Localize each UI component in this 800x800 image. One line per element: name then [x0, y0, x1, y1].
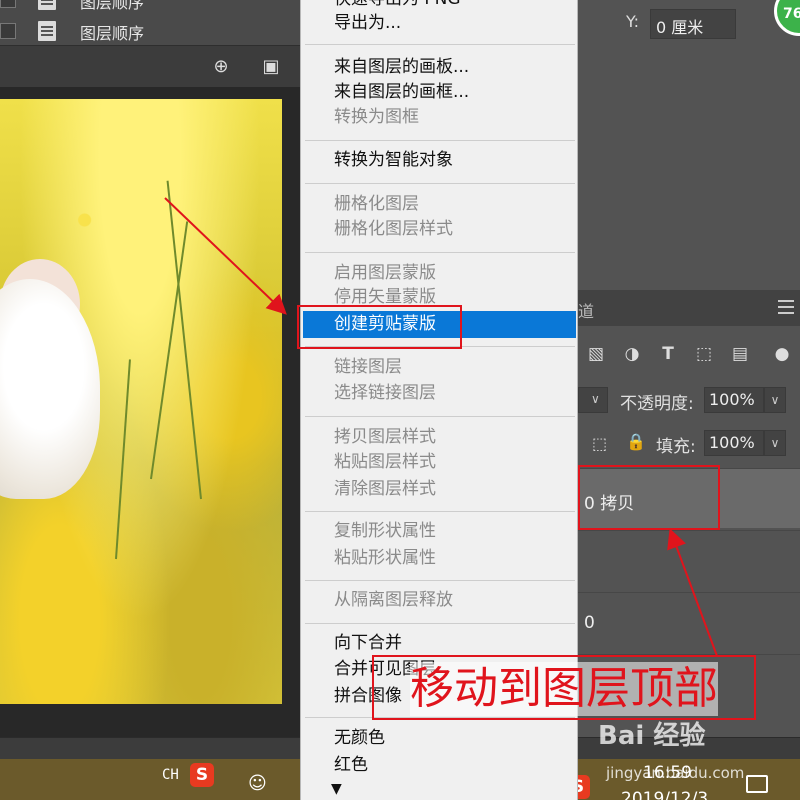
menu-separator	[305, 252, 575, 253]
panel-menu-icon[interactable]	[778, 300, 794, 314]
menu-item-export-as[interactable]: 导出为...	[334, 12, 401, 34]
camera-icon[interactable]: ▣	[260, 56, 282, 78]
baidu-watermark: Bai 经验	[598, 721, 706, 751]
baidu-watermark-url: jingyan.baidu.com	[606, 764, 745, 782]
menu-item-red[interactable]: 红色	[334, 754, 368, 776]
photo-stem	[150, 221, 189, 480]
status-badge: 76	[774, 0, 800, 36]
sogou-icon[interactable]: S	[190, 763, 214, 787]
lock-all-icon[interactable]: 🔒	[626, 432, 646, 451]
menu-item-link-layers: 链接图层	[334, 357, 402, 377]
opacity-label: 不透明度:	[620, 394, 694, 414]
layer-row[interactable]: 0	[578, 592, 800, 652]
menu-separator	[305, 511, 575, 512]
menu-item-convert-to-smart-object[interactable]: 转换为智能对象	[334, 149, 453, 171]
people-icon[interactable]: ☺	[248, 773, 270, 795]
menu-separator	[305, 416, 575, 417]
document-icon	[38, 21, 56, 41]
annotation-box-layer	[578, 465, 720, 530]
panel-row-1[interactable]: 图层顺序	[0, 0, 300, 12]
checkbox[interactable]	[0, 0, 16, 8]
adjustment-filter-icon[interactable]: ◑	[622, 345, 642, 363]
document-icon	[38, 0, 56, 10]
menu-separator	[305, 623, 575, 624]
photo-person	[0, 279, 100, 499]
menu-item-quick-export-png[interactable]: 快速导出为 PNG	[334, 0, 461, 10]
smart-object-filter-icon[interactable]: ▤	[730, 345, 750, 363]
filter-toggle-icon[interactable]: ●	[772, 345, 792, 363]
menu-item-clear-layer-style: 清除图层样式	[334, 479, 436, 499]
type-filter-icon[interactable]: T	[658, 345, 678, 363]
fill-input[interactable]: 100%	[704, 430, 764, 456]
scroll-down-arrow-icon[interactable]: ▼	[331, 778, 342, 800]
annotation-box-menu	[297, 305, 462, 349]
chevron-down-icon: ∨	[591, 392, 600, 406]
menu-item-paste-shape-attributes: 粘贴形状属性	[334, 548, 436, 568]
clock-date[interactable]: 2019/12/3	[621, 789, 708, 800]
lock-row: ⬚ 🔒 填充: 100% ∨	[578, 428, 800, 458]
menu-separator	[305, 183, 575, 184]
menu-item-no-color[interactable]: 无颜色	[334, 727, 385, 749]
annotation-text: 移动到图层顶部	[410, 662, 718, 716]
opacity-dropdown[interactable]: ∨	[764, 387, 786, 413]
menu-item-copy-shape-attributes: 复制形状属性	[334, 521, 436, 541]
menu-item-paste-layer-style: 粘贴图层样式	[334, 452, 436, 472]
menu-item-rasterize-layer: 栅格化图层	[334, 194, 419, 214]
fill-label: 填充:	[656, 437, 696, 457]
menu-item-enable-layer-mask: 启用图层蒙版	[334, 263, 436, 283]
properties-panel: Y: 0 厘米 76	[578, 0, 800, 290]
layer-name: 0	[584, 613, 595, 633]
menu-item-frame-from-layers[interactable]: 来自图层的画框...	[334, 81, 469, 103]
menu-item-rasterize-layer-style: 栅格化图层样式	[334, 219, 453, 239]
document-canvas[interactable]	[0, 87, 300, 737]
tab-channels[interactable]: 道	[578, 298, 594, 322]
y-position-input[interactable]: 0 厘米	[650, 9, 736, 39]
notification-icon[interactable]	[746, 775, 768, 793]
layers-tab-bar: 道	[578, 290, 800, 326]
panel-toolbar: ⊕ ▣	[0, 45, 300, 87]
shape-filter-icon[interactable]: ⬚	[694, 345, 714, 363]
blend-mode-dropdown[interactable]: ∨	[578, 387, 608, 413]
panel-row-2[interactable]: 图层顺序	[0, 19, 300, 43]
opacity-input[interactable]: 100%	[704, 387, 764, 413]
panel-row-label: 图层顺序	[80, 24, 145, 43]
add-layer-comp-icon[interactable]: ⊕	[210, 56, 232, 78]
lock-artboard-icon[interactable]: ⬚	[592, 434, 607, 453]
photo-stem	[115, 359, 131, 560]
menu-item-convert-to-frame: 转换为图框	[334, 107, 419, 127]
menu-item-merge-down[interactable]: 向下合并	[334, 632, 402, 654]
y-label: Y:	[626, 12, 640, 31]
layer-row[interactable]	[578, 530, 800, 590]
opacity-row: ∨ 不透明度: 100% ∨	[578, 385, 800, 415]
adjustments-panel: 图层顺序 图层顺序	[0, 0, 300, 45]
menu-item-copy-layer-style: 拷贝图层样式	[334, 427, 436, 447]
menu-separator	[305, 44, 575, 45]
photo-canvas-image	[0, 99, 282, 704]
menu-item-artboard-from-layers[interactable]: 来自图层的画板...	[334, 56, 469, 78]
fill-dropdown[interactable]: ∨	[764, 430, 786, 456]
checkbox[interactable]	[0, 23, 16, 39]
menu-separator	[305, 580, 575, 581]
layer-filter-row: ▧ ◑ T ⬚ ▤ ●	[578, 335, 800, 369]
menu-item-select-linked-layers: 选择链接图层	[334, 383, 436, 403]
ime-indicator[interactable]: CH	[162, 767, 179, 783]
menu-separator	[305, 140, 575, 141]
panel-row-label: 图层顺序	[80, 0, 145, 12]
image-filter-icon[interactable]: ▧	[586, 345, 606, 363]
menu-item-release-from-isolation: 从隔离图层释放	[334, 590, 453, 610]
